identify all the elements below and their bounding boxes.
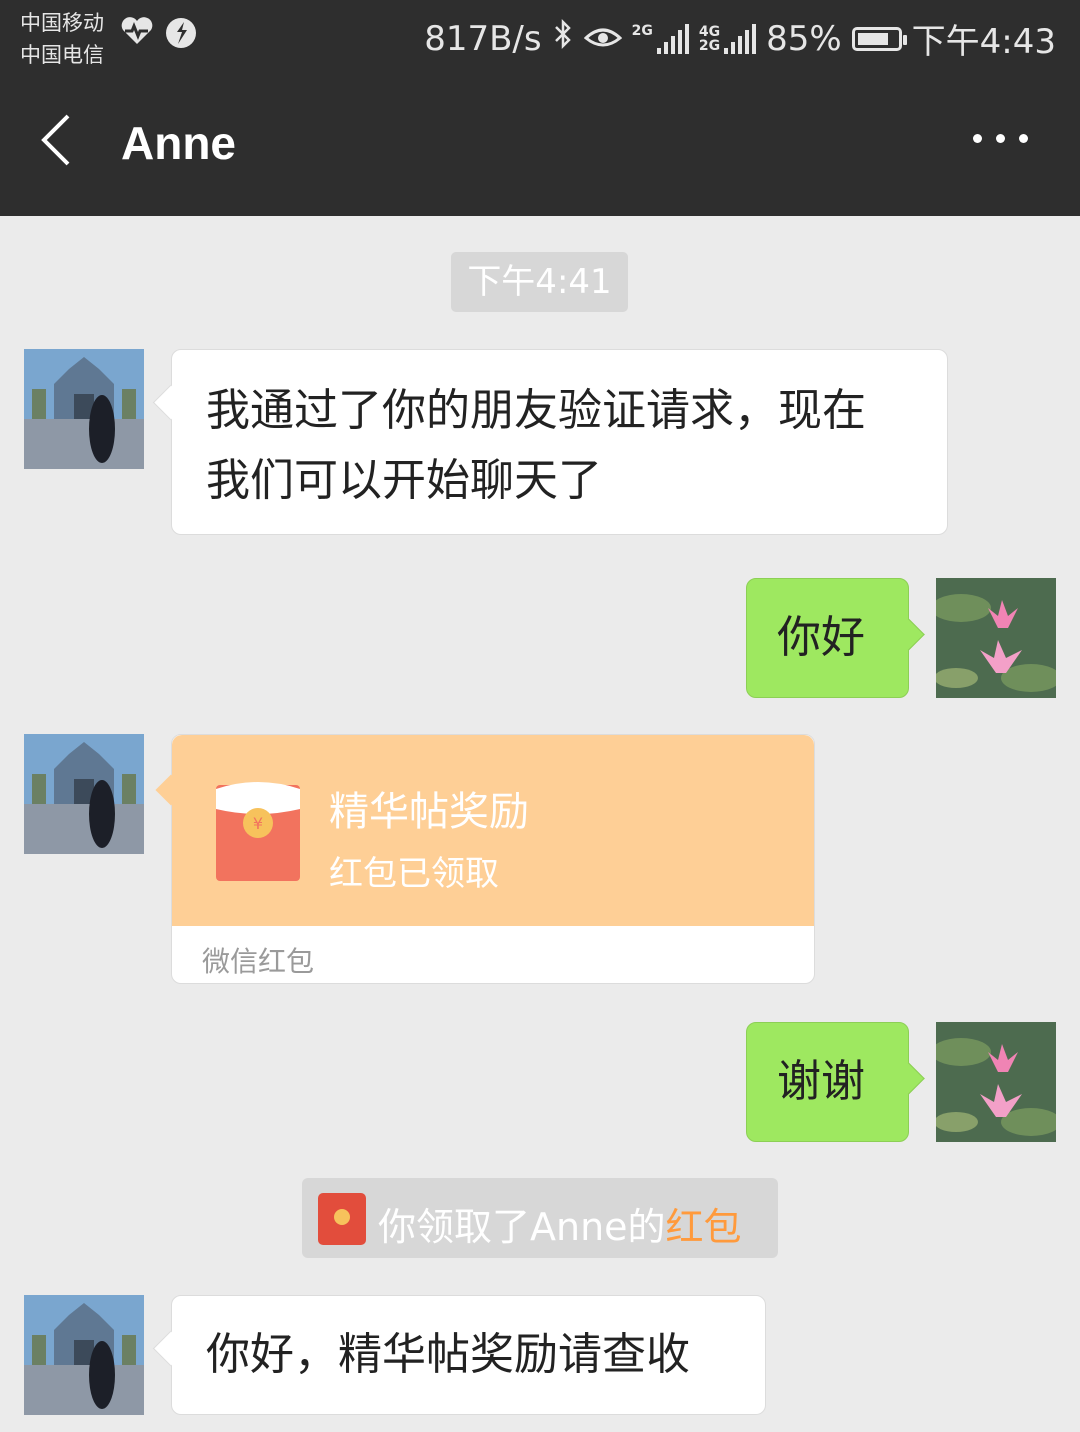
system-message: 你领取了Anne的红包 [302, 1178, 778, 1258]
bluetooth-icon [552, 18, 574, 59]
eye-comfort-icon [583, 19, 622, 59]
message-text: 你好 [777, 612, 865, 663]
app-notification-icon [164, 16, 198, 54]
signal-bars-1-icon [656, 23, 689, 54]
message-text: 我们可以开始聊天了 [206, 455, 602, 506]
red-envelope-icon: ¥ [214, 779, 302, 887]
battery-icon [851, 26, 907, 51]
chat-header: Anne [0, 76, 1080, 216]
signal-2: 4G 2G [698, 23, 757, 54]
clock: 下午4:43 [911, 22, 1056, 62]
red-packet-link[interactable]: 红包 [666, 1205, 742, 1249]
health-heart-icon [120, 16, 154, 50]
back-button[interactable] [36, 112, 96, 182]
contact-avatar[interactable] [24, 734, 144, 854]
message-bubble-sent[interactable]: 谢谢 [746, 1022, 909, 1142]
carrier-1: 中国移动 [20, 11, 104, 35]
message-text: 你好，精华帖奖励请查收 [206, 1329, 690, 1380]
chat-title: Anne [121, 117, 236, 169]
carrier-2: 中国电信 [20, 43, 104, 67]
message-bubble-sent[interactable]: 你好 [746, 578, 909, 698]
signal-tag-1: 2G [631, 22, 653, 39]
more-options-button[interactable] [973, 134, 1028, 143]
signal-tag-2a: 4G [698, 23, 721, 40]
net-speed: 817B/s [424, 18, 542, 59]
contact-avatar[interactable] [24, 349, 144, 469]
status-right: 817B/s 2G 4G 2G 85% 下午4:43 [424, 14, 1056, 63]
system-message-text: 你领取了Anne的 [378, 1205, 666, 1249]
red-packet-footer: 微信红包 [202, 945, 315, 978]
svg-text:¥: ¥ [253, 814, 263, 833]
my-avatar[interactable] [936, 1022, 1056, 1142]
battery-percent: 85% [766, 18, 842, 59]
message-bubble-received[interactable]: 我通过了你的朋友验证请求，现在 我们可以开始聊天了 [171, 349, 948, 535]
contact-avatar[interactable] [24, 1295, 144, 1415]
signal-bars-2-icon [724, 23, 757, 54]
message-text: 我通过了你的朋友验证请求，现在 [206, 385, 866, 436]
red-packet-status: 红包已领取 [329, 854, 499, 894]
my-avatar[interactable] [936, 578, 1056, 698]
chevron-left-icon [41, 114, 70, 166]
red-packet-card[interactable]: ¥ 精华帖奖励 红包已领取 微信红包 [171, 734, 815, 984]
signal-1: 2G [631, 22, 689, 54]
carrier-labels: 中国移动 中国电信 [20, 7, 104, 71]
signal-tag-2b: 2G [698, 37, 721, 54]
message-bubble-received[interactable]: 你好，精华帖奖励请查收 [171, 1295, 766, 1415]
status-bar: 中国移动 中国电信 817B/s 2G 4G 2G 85% 下午4:43 [0, 0, 1080, 76]
red-envelope-icon [318, 1193, 366, 1245]
more-dots-icon [973, 134, 982, 143]
message-text: 谢谢 [777, 1056, 865, 1107]
red-packet-title: 精华帖奖励 [329, 789, 529, 835]
chat-timestamp: 下午4:41 [451, 252, 628, 312]
